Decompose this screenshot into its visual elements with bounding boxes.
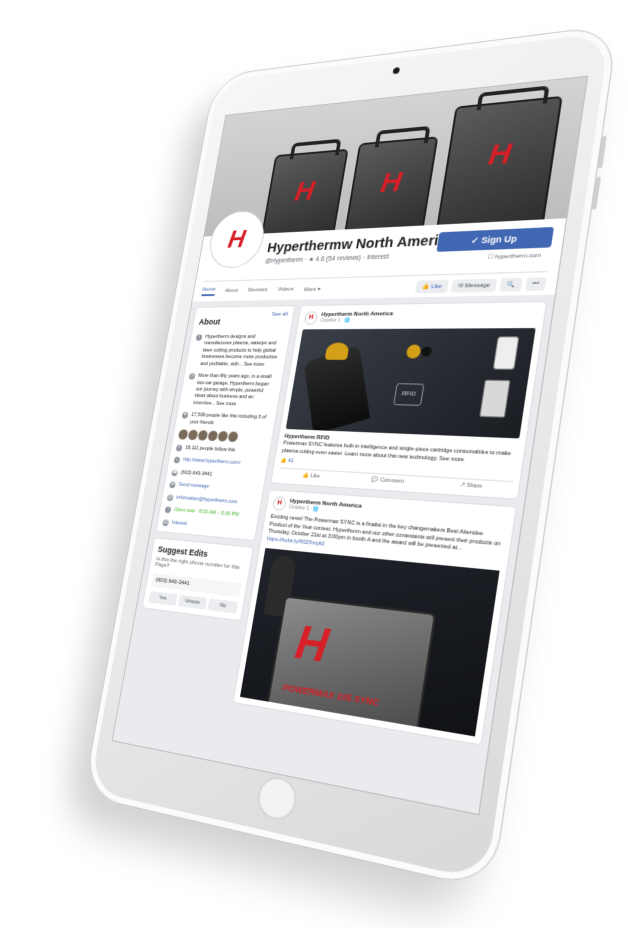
about-row: ✓ 18,111 people follow this — [175, 444, 236, 454]
post-timestamp[interactable]: October 1 · 🌐 — [320, 317, 392, 324]
avatar[interactable] — [177, 429, 189, 440]
about-row: i Hypertherm designs and manufactures pla… — [191, 334, 285, 369]
product-brand: POWERMAX 105 SYNC — [282, 682, 380, 709]
avatar[interactable] — [187, 429, 199, 441]
home-button[interactable] — [254, 773, 300, 824]
volume-down-button[interactable] — [591, 176, 601, 210]
search-button[interactable]: 🔍 — [499, 277, 523, 292]
post-header: H Hypertherm North America October 1 · 🌐 — [303, 308, 539, 325]
message-button[interactable]: ✉ Message — [451, 278, 498, 293]
post-comment-button[interactable]: 💬 Comment — [371, 477, 404, 485]
email-link[interactable]: @ information@hypertherm.com — [166, 494, 256, 508]
hypertherm-logo-icon: H — [291, 614, 333, 673]
machine-image: H — [343, 125, 439, 236]
volume-up-button[interactable] — [597, 135, 607, 169]
page-header: H Hyperthermw North America @Hypertherm … — [192, 210, 567, 302]
phone-image — [492, 336, 520, 370]
post-image[interactable]: RFID — [285, 328, 536, 439]
send-message-link[interactable]: ✉ Send message — [169, 481, 258, 495]
clock-icon: ◔ — [164, 506, 172, 514]
tab-more[interactable]: More ▾ — [303, 286, 321, 293]
see-all-link[interactable]: See all — [271, 312, 288, 318]
page-body: About See all i Hypertherm designs and ma… — [121, 295, 555, 761]
avatar[interactable] — [197, 430, 209, 441]
page-actions: 👍 Like ✉ Message 🔍 ••• — [415, 277, 547, 294]
tab-videos[interactable]: Videos — [277, 287, 294, 293]
no-button[interactable]: No — [207, 598, 239, 614]
web-icon: ⌂ — [173, 457, 181, 464]
scene: H H H H Hyperthermw North America @Hyper… — [0, 0, 628, 928]
consumable-image — [420, 346, 433, 357]
about-row: ♥ 17,539 people like this including 3 of … — [181, 412, 267, 426]
history-icon: ◷ — [188, 373, 196, 380]
follow-icon: ✓ — [175, 444, 183, 452]
friend-avatars — [177, 429, 267, 443]
unsure-button[interactable]: Unsure — [177, 594, 208, 610]
website-row[interactable]: ⌂ http://www.hypertherm.com/ — [173, 457, 262, 469]
hypertherm-logo-icon[interactable]: H — [271, 496, 287, 512]
consumable-image — [405, 344, 422, 359]
tab-home[interactable]: Home — [201, 286, 216, 297]
rfid-icon: RFID — [393, 383, 425, 406]
category-icon: ▤ — [162, 518, 170, 526]
category-row[interactable]: ▤ Interest — [162, 518, 251, 534]
phone-icon: ☎ — [171, 469, 179, 477]
machine-image: H — [435, 85, 563, 231]
about-row: ◷ More than fifty years ago, in a small t… — [188, 373, 272, 408]
avatar[interactable] — [207, 430, 219, 442]
hypertherm-logo-icon[interactable]: H — [303, 311, 319, 325]
cover-photo[interactable]: H H H — [204, 76, 588, 237]
camera-icon — [392, 67, 401, 75]
about-title: About — [198, 317, 222, 327]
hours-row[interactable]: ◔ Open now · 8:00 AM – 5:00 PM — [164, 506, 253, 520]
tab-about[interactable]: About — [224, 288, 238, 294]
post-image[interactable]: H POWERMAX 105 SYNC — [240, 547, 500, 737]
powermax-machine-image: H POWERMAX 105 SYNC — [265, 595, 437, 737]
website-link[interactable]: ☐ hypertherm.com — [487, 252, 542, 261]
tab-reviews[interactable]: Reviews — [247, 287, 267, 293]
avatar[interactable] — [217, 430, 229, 442]
post-like-button[interactable]: 👍 Like — [302, 473, 320, 480]
like-icon: ♥ — [181, 412, 189, 419]
facebook-page-screen: H H H H Hyperthermw North America @Hyper… — [111, 75, 589, 816]
suggest-edits-card: Suggest Edits Is this the right phone nu… — [141, 537, 254, 622]
email-icon: @ — [166, 494, 174, 501]
machine-image: H — [260, 138, 349, 237]
device-image — [479, 379, 511, 418]
post-card: H Hypertherm North America October 1 · 🌐… — [232, 489, 517, 746]
like-page-button[interactable]: 👍 Like — [415, 279, 450, 294]
hypertherm-logo-icon: H — [225, 224, 248, 254]
post-card: H Hypertherm North America October 1 · 🌐 — [270, 300, 548, 501]
info-icon: i — [195, 334, 203, 341]
about-row: ☎ (603) 643-3441 — [171, 469, 213, 478]
post-share-button[interactable]: ↗ Share — [459, 483, 482, 491]
torch-tip-image — [324, 342, 350, 360]
more-options-button[interactable]: ••• — [524, 277, 547, 292]
yes-button[interactable]: Yes — [148, 591, 178, 606]
avatar[interactable] — [227, 431, 239, 443]
tablet-device: H H H H Hyperthermw North America @Hyper… — [82, 23, 619, 892]
message-icon: ✉ — [169, 481, 176, 489]
